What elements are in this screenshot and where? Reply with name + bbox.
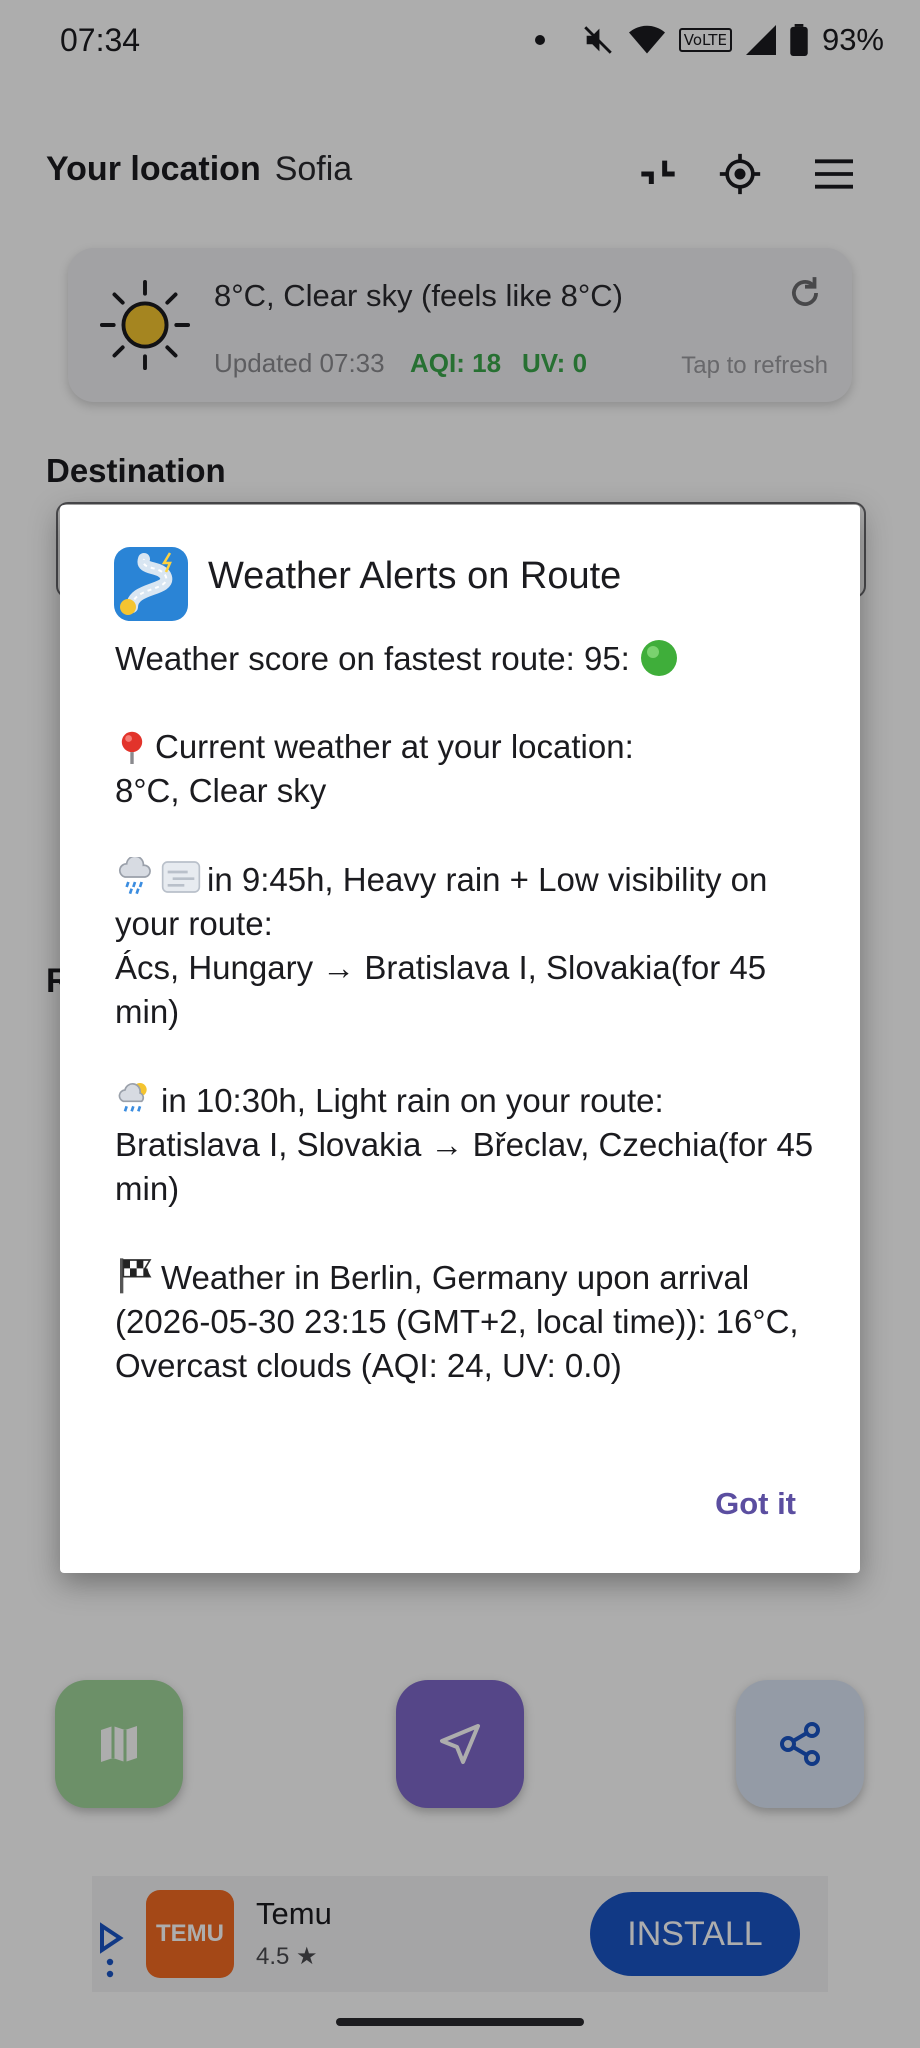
dialog-body: Weather score on fastest route: 95: Curr…	[115, 637, 815, 1432]
current-weather-value: 8°C, Clear sky	[115, 772, 327, 809]
weather-alerts-dialog: Weather Alerts on Route Weather score on…	[60, 505, 860, 1573]
sun-rain-cloud-icon	[115, 1078, 155, 1118]
rain-cloud-icon	[115, 857, 155, 897]
alert1-route: Ács, Hungary → Bratislava I, Slovakia(fo…	[115, 949, 767, 1030]
current-weather-label: Current weather at your location:	[155, 728, 634, 765]
current-weather-block: Current weather at your location: 8°C, C…	[115, 725, 815, 813]
route-score-line: Weather score on fastest route: 95:	[115, 637, 815, 681]
alert2-text: in 10:30h, Light rain on your route:	[161, 1082, 664, 1119]
alert1-text: in 9:45h, Heavy rain + Low visibility on…	[115, 861, 768, 942]
checkered-flag-icon	[115, 1255, 155, 1295]
app-logo-icon	[114, 547, 188, 621]
arrival-weather: Weather in Berlin, Germany upon arrival …	[115, 1255, 815, 1388]
arrival-text: Weather in Berlin, Germany upon arrival …	[115, 1259, 799, 1384]
location-pin-icon	[115, 730, 149, 764]
got-it-button[interactable]: Got it	[709, 1485, 802, 1523]
alert2-route: Bratislava I, Slovakia → Břeclav, Czechi…	[115, 1126, 814, 1207]
green-circle-icon	[639, 638, 679, 678]
alert-heavy-rain: in 9:45h, Heavy rain + Low visibility on…	[115, 857, 815, 1034]
dialog-title: Weather Alerts on Route	[208, 555, 622, 597]
alert-light-rain: in 10:30h, Light rain on your route: Bra…	[115, 1078, 815, 1211]
fog-icon	[161, 857, 201, 897]
